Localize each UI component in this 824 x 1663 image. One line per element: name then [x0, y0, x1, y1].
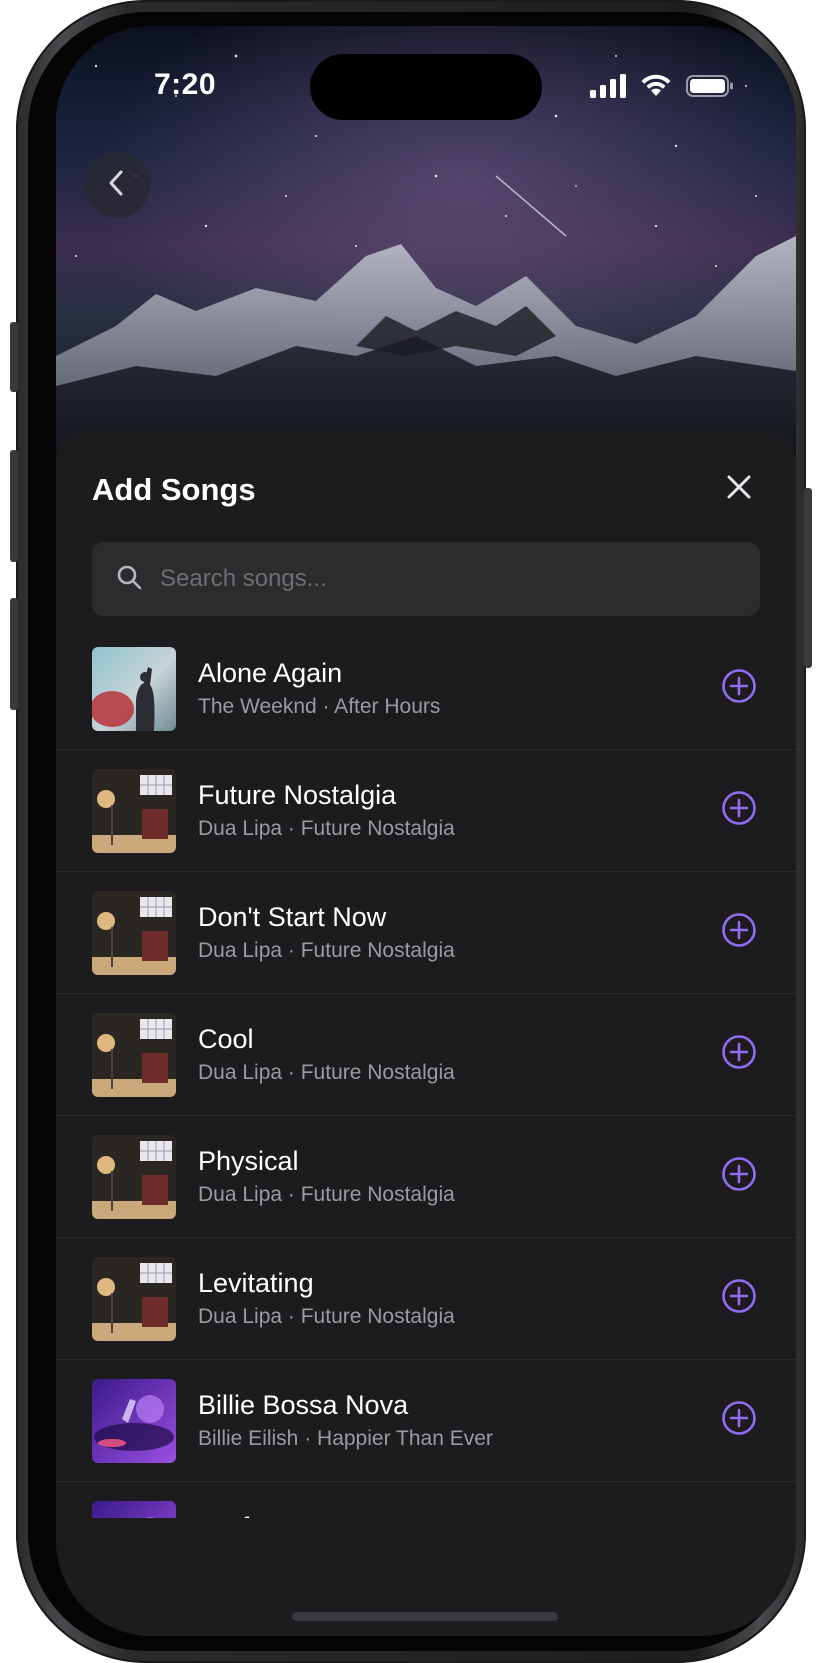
add-song-button[interactable]	[720, 1156, 758, 1197]
dynamic-island	[310, 54, 542, 120]
plus-circle-icon	[721, 668, 757, 709]
song-subtitle: Dua Lipa · Future Nostalgia	[198, 1060, 455, 1084]
album-art	[92, 768, 176, 853]
plus-circle-icon	[721, 1278, 757, 1319]
add-song-button[interactable]	[720, 1400, 758, 1441]
add-song-button[interactable]	[720, 790, 758, 831]
song-subtitle: Dua Lipa · Future Nostalgia	[198, 1182, 455, 1206]
song-text: Billie Bossa Nova Billie Eilish · Happie…	[198, 1388, 720, 1454]
close-icon	[726, 474, 752, 505]
song-row[interactable]: Don't Start Now Dua Lipa · Future Nostal…	[56, 872, 796, 994]
album-art	[92, 646, 176, 731]
song-title: Billie Bossa Nova	[198, 1389, 409, 1420]
album-art	[92, 1256, 176, 1341]
add-song-button[interactable]	[720, 912, 758, 953]
volume-down-button	[10, 598, 18, 710]
song-row[interactable]: my future Billie Eilish · Happier Than E…	[56, 1482, 796, 1518]
album-art	[92, 1012, 176, 1097]
song-title: Physical	[198, 1145, 299, 1176]
album-art	[92, 1501, 176, 1518]
action-button	[10, 322, 18, 392]
song-text: Levitating Dua Lipa · Future Nostalgia	[198, 1266, 720, 1332]
song-text: Physical Dua Lipa · Future Nostalgia	[198, 1144, 720, 1210]
song-list: Alone Again The Weeknd · After Hours Fut…	[56, 628, 796, 1518]
home-indicator[interactable]	[292, 1612, 558, 1621]
add-song-button[interactable]	[720, 1034, 758, 1075]
chevron-left-icon	[105, 168, 129, 203]
song-subtitle: Dua Lipa · Future Nostalgia	[198, 938, 455, 962]
plus-circle-icon	[721, 1034, 757, 1075]
add-song-button[interactable]	[720, 1278, 758, 1319]
song-subtitle: Billie Eilish · Happier Than Ever	[198, 1426, 493, 1450]
song-row[interactable]: Future Nostalgia Dua Lipa · Future Nosta…	[56, 750, 796, 872]
album-art	[92, 890, 176, 975]
song-title: my future	[198, 1510, 720, 1518]
song-row[interactable]: Alone Again The Weeknd · After Hours	[56, 628, 796, 750]
wifi-icon	[640, 74, 672, 103]
song-text: Don't Start Now Dua Lipa · Future Nostal…	[198, 900, 720, 966]
album-art	[92, 1378, 176, 1463]
song-subtitle: Dua Lipa · Future Nostalgia	[198, 816, 455, 840]
song-text: Future Nostalgia Dua Lipa · Future Nosta…	[198, 778, 720, 844]
song-subtitle: The Weeknd · After Hours	[198, 694, 441, 718]
album-art	[92, 1134, 176, 1219]
song-row[interactable]: Physical Dua Lipa · Future Nostalgia	[56, 1116, 796, 1238]
screen: 7:20 Add Songs Search songs... Alone Aga…	[56, 26, 796, 1636]
song-title: Alone Again	[198, 657, 343, 688]
status-time: 7:20	[154, 68, 217, 101]
add-songs-sheet: Add Songs Alone Again The Weeknd	[56, 430, 796, 1636]
sheet-title: Add Songs	[92, 472, 256, 507]
plus-circle-icon	[721, 1156, 757, 1197]
song-title: Levitating	[198, 1267, 314, 1298]
search-field[interactable]	[92, 542, 760, 616]
song-row[interactable]: Billie Bossa Nova Billie Eilish · Happie…	[56, 1360, 796, 1482]
search-icon	[116, 564, 142, 595]
plus-circle-icon	[721, 1400, 757, 1441]
battery-icon	[686, 74, 734, 103]
song-text: Cool Dua Lipa · Future Nostalgia	[198, 1022, 720, 1088]
plus-circle-icon	[721, 790, 757, 831]
power-button	[804, 488, 812, 668]
status-icons	[590, 74, 734, 103]
song-title: Future Nostalgia	[198, 779, 397, 810]
cellular-signal-icon	[590, 74, 626, 103]
add-song-button[interactable]	[720, 668, 758, 709]
plus-circle-icon	[721, 912, 757, 953]
close-button[interactable]	[720, 470, 758, 508]
search-input[interactable]	[158, 564, 738, 594]
song-row[interactable]: Cool Dua Lipa · Future Nostalgia	[56, 994, 796, 1116]
song-row[interactable]: Levitating Dua Lipa · Future Nostalgia	[56, 1238, 796, 1360]
song-subtitle: Dua Lipa · Future Nostalgia	[198, 1304, 455, 1328]
song-title: Cool	[198, 1023, 254, 1054]
volume-up-button	[10, 450, 18, 562]
song-text: Alone Again The Weeknd · After Hours	[198, 656, 720, 722]
song-title: Don't Start Now	[198, 901, 387, 932]
back-button[interactable]	[84, 152, 150, 218]
song-text: my future Billie Eilish · Happier Than E…	[198, 1510, 720, 1518]
